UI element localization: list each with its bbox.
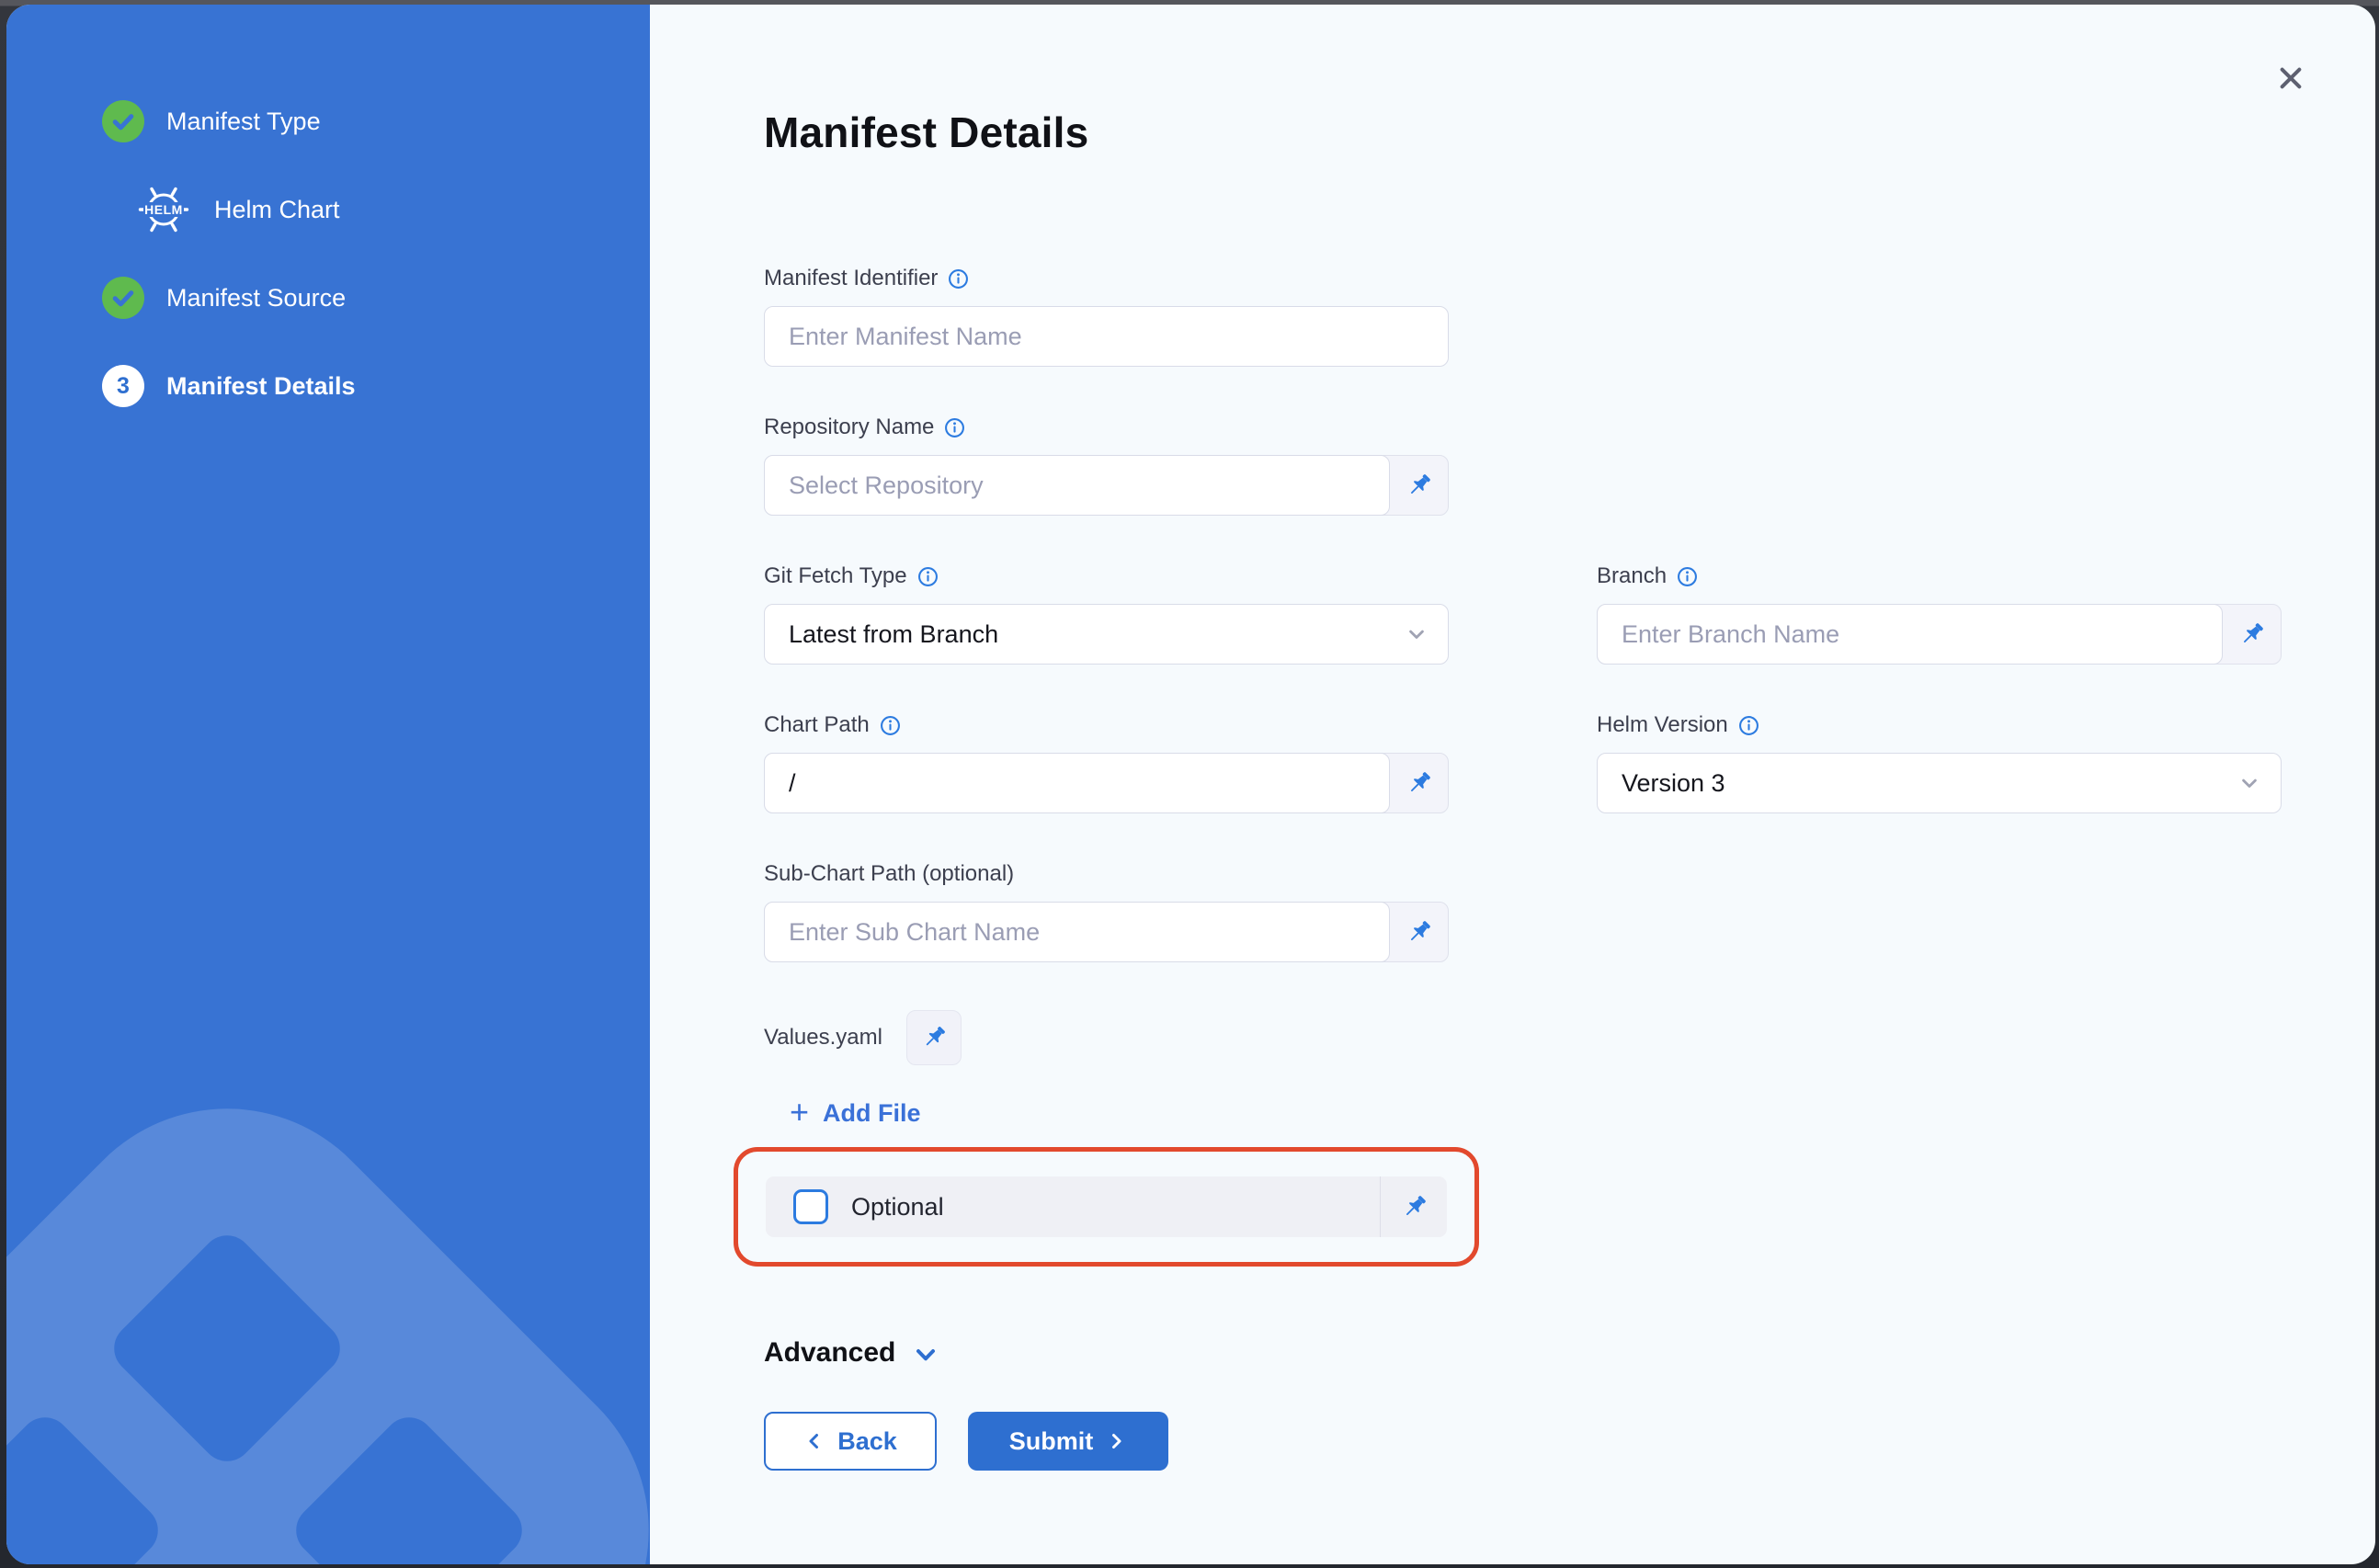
step-label: Manifest Type: [166, 108, 321, 136]
field-group-branch: Branch: [1597, 563, 2282, 665]
chart-path-label: Chart Path: [764, 712, 870, 738]
chart-path-input[interactable]: [764, 753, 1390, 813]
manifest-identifier-input[interactable]: [765, 307, 1448, 366]
svg-text:HELM: HELM: [144, 202, 183, 217]
advanced-label: Advanced: [764, 1337, 895, 1369]
field-group-sub-chart-path: Sub-Chart Path (optional): [764, 861, 1449, 962]
field-group-manifest-identifier: Manifest Identifier: [764, 266, 1449, 367]
wizard-steps: Manifest Type: [6, 5, 650, 407]
info-icon[interactable]: [1738, 715, 1759, 736]
field-group-repository-name: Repository Name: [764, 415, 1449, 516]
values-file-optional-field: Optional: [766, 1176, 1447, 1237]
branch-label: Branch: [1597, 563, 1667, 589]
info-icon[interactable]: [948, 268, 969, 290]
harness-logo-watermark: [6, 1071, 650, 1564]
git-fetch-type-select[interactable]: Latest from Branch: [764, 604, 1449, 665]
screen-backdrop: Manifest Type: [0, 0, 2379, 1568]
add-file-label: Add File: [823, 1099, 921, 1128]
sidebar-step-manifest-details[interactable]: 3 Manifest Details: [102, 365, 650, 407]
values-yaml-label: Values.yaml: [764, 1025, 882, 1051]
repository-pin-button[interactable]: [1389, 456, 1448, 515]
git-fetch-type-value: Latest from Branch: [789, 620, 998, 649]
field-group-git-fetch-type: Git Fetch Type Latest from Branch: [764, 563, 1449, 665]
sidebar-step-manifest-source[interactable]: Manifest Source: [102, 277, 650, 319]
repository-name-label: Repository Name: [764, 415, 934, 440]
add-file-button[interactable]: + Add File: [790, 1098, 921, 1129]
info-icon[interactable]: [944, 417, 965, 438]
info-icon[interactable]: [1677, 566, 1698, 587]
chevron-right-icon: [1105, 1430, 1127, 1452]
git-fetch-type-label: Git Fetch Type: [764, 563, 907, 589]
helm-icon: HELM: [137, 183, 190, 236]
sidebar-step-helm-chart[interactable]: HELM Helm Chart: [102, 188, 650, 231]
chart-path-pin-button[interactable]: [1389, 754, 1448, 812]
chevron-down-icon: [2237, 770, 2262, 796]
helm-version-label: Helm Version: [1597, 712, 1728, 738]
step-complete-icon: [102, 277, 144, 319]
annotation-highlight-box: Optional: [734, 1147, 1479, 1267]
sidebar-step-manifest-type[interactable]: Manifest Type: [102, 100, 650, 142]
wizard-sidebar: Manifest Type: [6, 5, 650, 1564]
manifest-details-panel: Manifest Details Manifest Identifier: [650, 5, 2375, 1564]
values-yaml-pin-button[interactable]: [906, 1010, 962, 1065]
manifest-wizard-modal: Manifest Type: [6, 5, 2375, 1564]
wizard-footer-buttons: Back Submit: [764, 1412, 2375, 1471]
optional-pin-button[interactable]: [1380, 1176, 1447, 1237]
sub-chart-path-input[interactable]: [764, 902, 1390, 962]
helm-version-select[interactable]: Version 3: [1597, 753, 2282, 813]
sub-chart-path-pin-button[interactable]: [1389, 903, 1448, 961]
sub-chart-path-label: Sub-Chart Path (optional): [764, 861, 1014, 887]
plus-icon: +: [790, 1096, 809, 1129]
helm-version-value: Version 3: [1622, 769, 1725, 798]
branch-pin-button[interactable]: [2222, 605, 2281, 664]
manifest-details-form: Manifest Identifier: [764, 266, 2375, 1471]
step-complete-icon: [102, 100, 144, 142]
step-label: Helm Chart: [214, 196, 340, 224]
submit-button[interactable]: Submit: [968, 1412, 1168, 1471]
field-group-chart-path: Chart Path: [764, 712, 1449, 813]
info-icon[interactable]: [917, 566, 939, 587]
advanced-toggle[interactable]: Advanced: [764, 1336, 940, 1369]
repository-name-input[interactable]: [764, 455, 1390, 516]
manifest-identifier-label: Manifest Identifier: [764, 266, 938, 291]
optional-checkbox-label: Optional: [851, 1193, 944, 1221]
optional-checkbox[interactable]: [793, 1189, 828, 1224]
values-yaml-row: Values.yaml: [764, 1010, 2375, 1065]
step-label: Manifest Source: [166, 284, 346, 312]
branch-input[interactable]: [1597, 604, 2223, 665]
page-title: Manifest Details: [764, 108, 2375, 157]
chevron-left-icon: [803, 1430, 825, 1452]
back-button[interactable]: Back: [764, 1412, 937, 1471]
close-icon[interactable]: [2271, 58, 2311, 98]
step-number-badge: 3: [102, 365, 144, 407]
info-icon[interactable]: [880, 715, 901, 736]
step-label: Manifest Details: [166, 372, 356, 401]
chevron-down-icon: [1404, 621, 1429, 647]
field-group-helm-version: Helm Version Version 3: [1597, 712, 2282, 813]
chevron-down-icon: [911, 1340, 940, 1369]
